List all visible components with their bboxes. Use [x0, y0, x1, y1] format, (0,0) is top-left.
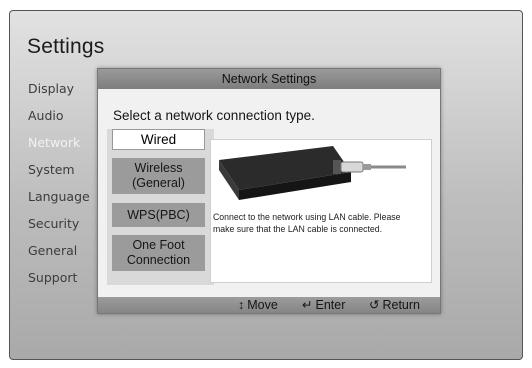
dialog-title: Network Settings: [98, 69, 440, 89]
footer-return[interactable]: ↺ Return: [369, 297, 420, 313]
connection-type-prompt: Select a network connection type.: [113, 108, 315, 123]
connection-info-panel: Connect to the network using LAN cable. …: [210, 139, 432, 283]
dialog-footer: ↕ Move ↵ Enter ↺ Return: [98, 297, 440, 313]
connection-options-list: Wired Wireless (General) WPS(PBC) One Fo…: [107, 129, 214, 285]
option-wired[interactable]: Wired: [112, 129, 205, 150]
footer-move-label: Move: [247, 298, 278, 312]
footer-enter[interactable]: ↵ Enter: [302, 297, 345, 313]
menu-item-security[interactable]: Security: [28, 210, 108, 237]
menu-item-audio[interactable]: Audio: [28, 102, 108, 129]
lan-cable-device-icon: [219, 146, 406, 200]
menu-item-system[interactable]: System: [28, 156, 108, 183]
footer-return-label: Return: [382, 298, 421, 312]
menu-item-general[interactable]: General: [28, 237, 108, 264]
option-wps-pbc[interactable]: WPS(PBC): [112, 203, 205, 227]
footer-enter-label: Enter: [315, 298, 346, 312]
option-wireless-general[interactable]: Wireless (General): [112, 158, 205, 194]
settings-menu: Display Audio Network System Language Se…: [28, 75, 108, 291]
network-settings-dialog: Network Settings Select a network connec…: [97, 68, 441, 314]
footer-move[interactable]: ↕ Move: [238, 297, 278, 313]
return-icon: ↺: [369, 298, 380, 312]
screen-title: Settings: [27, 35, 105, 58]
menu-item-support[interactable]: Support: [28, 264, 108, 291]
enter-icon: ↵: [302, 298, 313, 312]
menu-item-display[interactable]: Display: [28, 75, 108, 102]
settings-screen: Settings Display Audio Network System La…: [9, 10, 523, 360]
menu-item-network[interactable]: Network: [28, 129, 108, 156]
menu-item-language[interactable]: Language: [28, 183, 108, 210]
option-one-foot-connection[interactable]: One Foot Connection: [112, 235, 205, 271]
up-down-arrow-icon: ↕: [238, 298, 245, 312]
connection-description: Connect to the network using LAN cable. …: [213, 212, 401, 235]
